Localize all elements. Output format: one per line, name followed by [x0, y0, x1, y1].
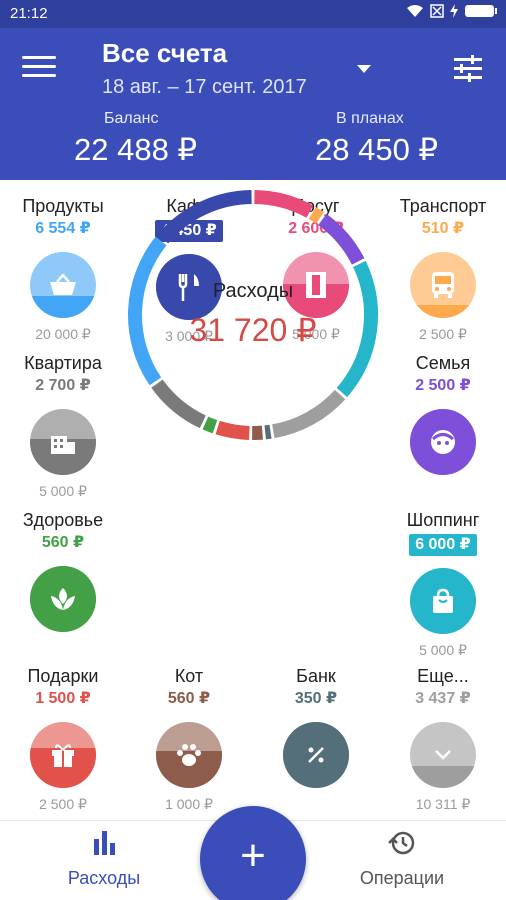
category-8[interactable]: Шоппинг 6 000 ₽ 5 000 ₽: [380, 508, 506, 660]
ring-segment: [151, 379, 206, 429]
status-bar: 21:12: [0, 0, 506, 28]
category-plan: 5 000 ₽: [419, 642, 467, 658]
charging-icon: [450, 4, 458, 21]
category-plan: [0, 640, 126, 658]
category-name: Подарки: [27, 666, 99, 686]
ring-center: Расходы 31 720 ₽: [127, 280, 379, 349]
category-12[interactable]: Еще... 3 437 ₽ 10 311 ₽: [380, 664, 506, 814]
category-circle[interactable]: [156, 722, 222, 788]
category-amount: 350 ₽: [294, 690, 338, 707]
sim-off-icon: [430, 4, 444, 21]
ring-segment: [264, 424, 272, 440]
menu-button[interactable]: [22, 56, 56, 82]
category-amount: 560 ₽: [41, 534, 85, 551]
basket-icon: [30, 252, 96, 318]
category-plan: 10 311 ₽: [415, 796, 471, 812]
tab-expenses-label: Расходы: [67, 868, 141, 888]
category-name: Продукты: [22, 196, 104, 216]
ring-segment: [254, 190, 314, 218]
plans-label: В планах: [336, 110, 404, 127]
tab-expenses[interactable]: Расходы: [34, 831, 174, 889]
category-name: Банк: [296, 666, 336, 686]
bus-icon: [410, 252, 476, 318]
filter-settings-button[interactable]: [454, 55, 482, 82]
category-circle[interactable]: [410, 409, 476, 475]
category-name: Транспорт: [399, 196, 487, 216]
category-name: Кот: [174, 666, 204, 686]
category-9[interactable]: Подарки 1 500 ₽ 2 500 ₽: [0, 664, 126, 814]
category-7[interactable]: Здоровье 560 ₽: [0, 508, 126, 658]
category-amount: 2 700 ₽: [35, 377, 91, 394]
paw-icon: [156, 722, 222, 788]
expenses-total: 31 720 ₽: [189, 312, 317, 348]
category-circle[interactable]: [30, 722, 96, 788]
status-time: 21:12: [10, 5, 48, 22]
ring-segment: [308, 206, 324, 224]
category-circle[interactable]: [283, 722, 349, 788]
battery-icon: [464, 4, 498, 21]
chevron-down-icon: [410, 722, 476, 788]
balance-label: Баланс: [104, 110, 159, 127]
ring-segment: [202, 416, 218, 434]
leaf-icon: [30, 566, 96, 632]
app-header: Все счета 18 авг. – 17 сент. 2017 Баланс…: [0, 28, 506, 180]
wifi-icon: [406, 4, 424, 21]
category-plan: 20 000 ₽: [35, 326, 91, 342]
ring-segment: [157, 190, 252, 244]
ring-segment: [271, 389, 346, 439]
menu-icon: [22, 56, 56, 59]
category-amount: 1 500 ₽: [35, 690, 91, 707]
category-circle[interactable]: [30, 252, 96, 318]
category-plan: 5 000 ₽: [39, 483, 87, 499]
gift-icon: [30, 722, 96, 788]
tab-operations-label: Операции: [359, 868, 445, 888]
history-icon: [388, 831, 415, 855]
category-amount: 6 554 ₽: [35, 220, 91, 237]
category-circle[interactable]: [30, 566, 96, 632]
tab-operations[interactable]: Операции: [332, 831, 472, 889]
category-amount: 560 ₽: [167, 690, 211, 707]
category-4[interactable]: Транспорт 510 ₽ 2 500 ₽: [380, 194, 506, 344]
category-plan: 2 500 ₽: [39, 796, 87, 812]
bar-chart-icon: [94, 831, 115, 855]
percent-icon: [283, 722, 349, 788]
category-1[interactable]: Продукты 6 554 ₽ 20 000 ₽: [0, 194, 126, 344]
ring-segment: [318, 213, 365, 265]
category-amount: 6 000 ₽: [409, 534, 477, 556]
category-name: Здоровье: [22, 510, 104, 530]
category-amount: 2 500 ₽: [415, 377, 471, 394]
account-dropdown-icon[interactable]: [357, 65, 371, 73]
category-circle[interactable]: [410, 252, 476, 318]
category-11[interactable]: Банк 350 ₽: [253, 664, 379, 814]
expenses-label: Расходы: [212, 280, 294, 302]
plans-value: 28 450 ₽: [315, 132, 439, 167]
category-plan: 2 500 ₽: [419, 326, 467, 342]
category-5[interactable]: Квартира 2 700 ₽ 5 000 ₽: [0, 351, 126, 501]
bag-icon: [410, 568, 476, 634]
category-plan: [380, 483, 506, 501]
face-icon: [410, 409, 476, 475]
account-title[interactable]: Все счета: [102, 38, 227, 69]
category-6[interactable]: Семья 2 500 ₽: [380, 351, 506, 501]
category-circle[interactable]: [410, 568, 476, 634]
category-10[interactable]: Кот 560 ₽1 000 ₽: [126, 664, 252, 814]
category-name: Семья: [415, 353, 471, 373]
category-name: Шоппинг: [406, 510, 480, 530]
category-name: Квартира: [24, 353, 102, 373]
category-name: Еще...: [417, 666, 469, 686]
category-circle[interactable]: [410, 722, 476, 788]
ring-segment: [215, 420, 250, 440]
category-amount: 510 ₽: [421, 220, 465, 237]
category-amount: 3 437 ₽: [415, 690, 471, 707]
category-circle[interactable]: [30, 409, 96, 475]
building-icon: [30, 409, 96, 475]
balance-value: 22 488 ₽: [74, 132, 198, 167]
period-label[interactable]: 18 авг. – 17 сент. 2017: [102, 76, 307, 99]
